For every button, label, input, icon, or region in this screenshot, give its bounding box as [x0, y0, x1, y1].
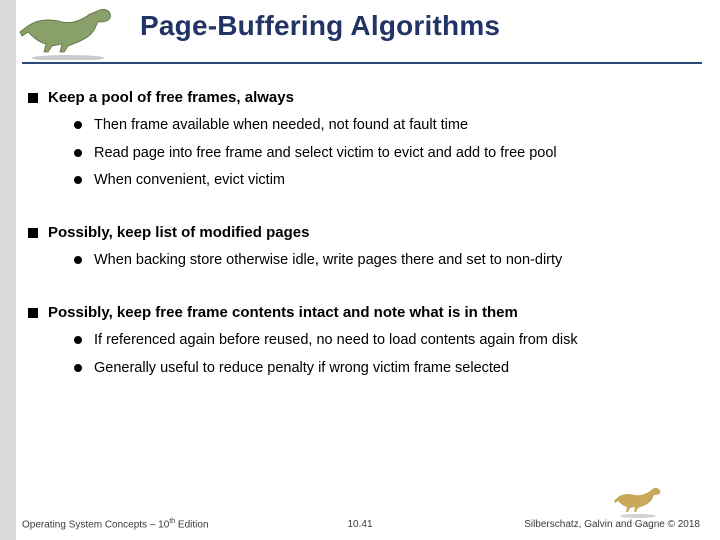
slide-footer: Operating System Concepts – 10th Edition…	[0, 500, 720, 540]
bullet-text: Read page into free frame and select vic…	[94, 144, 557, 164]
slide-content: Keep a pool of free frames, always Then …	[28, 80, 708, 384]
bullet-level1: Possibly, keep free frame contents intac…	[28, 303, 708, 323]
bullet-level1: Possibly, keep list of modified pages	[28, 223, 708, 243]
bullet-level2: When convenient, evict victim	[74, 171, 708, 191]
bullet-text: Possibly, keep list of modified pages	[48, 223, 309, 243]
square-bullet-icon	[28, 93, 38, 103]
slide: Page-Buffering Algorithms Keep a pool of…	[0, 0, 720, 540]
bullet-text: When backing store otherwise idle, write…	[94, 251, 562, 271]
footer-copyright: Silberschatz, Galvin and Gagne © 2018	[524, 519, 700, 530]
square-bullet-icon	[28, 308, 38, 318]
bullet-level2: When backing store otherwise idle, write…	[74, 251, 708, 271]
bullet-text: Then frame available when needed, not fo…	[94, 116, 468, 136]
title-underline	[22, 62, 702, 64]
round-bullet-icon	[74, 336, 82, 344]
bullet-level2: If referenced again before reused, no ne…	[74, 331, 708, 351]
bullet-level2: Generally useful to reduce penalty if wr…	[74, 359, 708, 379]
bullet-level1: Keep a pool of free frames, always	[28, 88, 708, 108]
bullet-level2: Then frame available when needed, not fo…	[74, 116, 708, 136]
bullet-level2: Read page into free frame and select vic…	[74, 144, 708, 164]
round-bullet-icon	[74, 176, 82, 184]
slide-header: Page-Buffering Algorithms	[0, 0, 720, 70]
left-sidebar-strip	[0, 0, 16, 540]
dinosaur-icon	[18, 2, 118, 60]
bullet-text: Possibly, keep free frame contents intac…	[48, 303, 518, 323]
slide-title: Page-Buffering Algorithms	[140, 10, 500, 42]
round-bullet-icon	[74, 364, 82, 372]
bullet-text: Generally useful to reduce penalty if wr…	[94, 359, 509, 379]
bullet-text: If referenced again before reused, no ne…	[94, 331, 578, 351]
square-bullet-icon	[28, 228, 38, 238]
bullet-text: When convenient, evict victim	[94, 171, 285, 191]
round-bullet-icon	[74, 256, 82, 264]
round-bullet-icon	[74, 121, 82, 129]
round-bullet-icon	[74, 149, 82, 157]
bullet-text: Keep a pool of free frames, always	[48, 88, 294, 108]
